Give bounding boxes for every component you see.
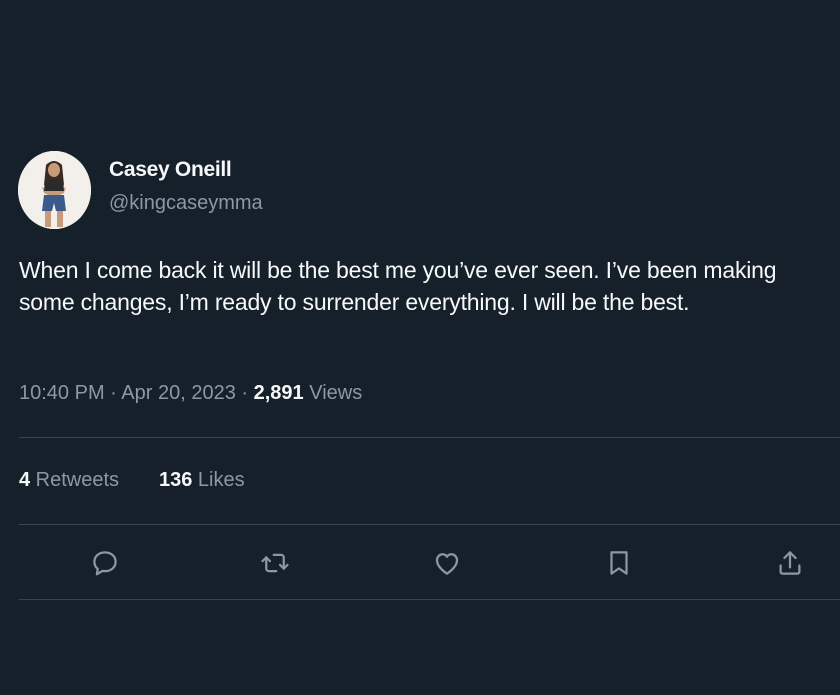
share-icon [779, 551, 801, 575]
retweet-button[interactable] [258, 546, 292, 580]
profile-photo-icon [18, 151, 91, 229]
tweet-time[interactable]: 10:40 PM [19, 382, 105, 404]
meta-separator: · [235, 382, 254, 404]
share-button[interactable] [773, 546, 807, 580]
retweets-stat[interactable]: 4 Retweets [19, 469, 119, 492]
retweets-label: Retweets [30, 469, 120, 491]
divider [19, 599, 840, 600]
divider [19, 437, 840, 438]
tweet-text: When I come back it will be the best me … [19, 257, 777, 315]
tweet-date[interactable]: Apr 20, 2023 [121, 382, 236, 404]
author-display-name[interactable]: Casey Oneill [109, 158, 232, 182]
likes-count: 136 [159, 469, 193, 491]
likes-label: Likes [192, 469, 245, 491]
reply-icon [93, 551, 117, 576]
heart-icon [435, 553, 459, 575]
avatar[interactable] [18, 151, 91, 229]
author-handle[interactable]: @kingcaseymma [109, 192, 263, 215]
meta-separator: · [104, 382, 122, 404]
retweets-count: 4 [19, 469, 31, 491]
tweet-meta: 10:40 PM · Apr 20, 2023 · 2,891 Views [19, 382, 362, 405]
views-label: Views [303, 382, 363, 404]
divider [19, 524, 840, 525]
bookmark-button[interactable] [602, 546, 636, 580]
reply-button[interactable] [88, 546, 122, 580]
retweet-icon [261, 553, 289, 573]
tweet-card: Casey Oneill @kingcaseymma When I come b… [0, 0, 840, 695]
bookmark-icon [610, 551, 628, 575]
views-count: 2,891 [253, 382, 304, 404]
likes-stat[interactable]: 136 Likes [159, 469, 245, 492]
like-button[interactable] [430, 546, 464, 580]
